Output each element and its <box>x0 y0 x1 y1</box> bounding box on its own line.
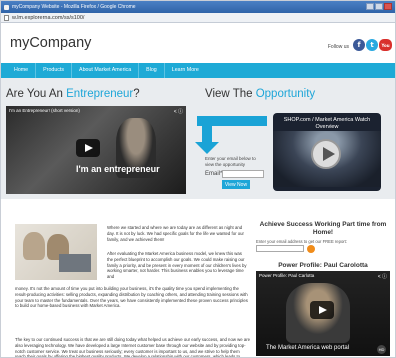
report-email-field[interactable] <box>256 245 304 252</box>
email-label: Email* <box>205 171 223 177</box>
heading-suffix: ? <box>133 88 140 100</box>
opportunity-video[interactable]: SHOP.com / Market America Watch Overview <box>273 113 381 191</box>
email-field[interactable] <box>222 170 264 178</box>
hd-badge[interactable]: HD <box>377 345 386 354</box>
nav-item-home[interactable]: Home <box>7 63 37 78</box>
main-nav: Home Products About Market America Blog … <box>1 63 395 78</box>
success-heading: Achieve Success Working Part time from H… <box>259 221 387 237</box>
site-logo[interactable]: myCompany <box>10 35 91 51</box>
browser-icon <box>4 4 9 10</box>
youtube-icon[interactable]: You <box>379 39 392 51</box>
twitter-icon[interactable]: t <box>366 39 378 51</box>
video-share-icon[interactable]: < ⓘ <box>174 108 183 115</box>
video-caption: The Market America web portal <box>266 345 350 351</box>
video-caption: I'm an entrepreneur <box>76 164 160 174</box>
power-profile-video[interactable]: Power Profile: Paul Carlotta < ⓘ The Mar… <box>256 271 390 356</box>
story-paragraph: Where we started and where we are today … <box>107 225 244 242</box>
page-icon <box>4 14 9 21</box>
browser-window: myCompany Website - Mozilla Firefox / Go… <box>0 0 396 358</box>
window-controls <box>366 3 392 10</box>
photo-person <box>23 232 45 260</box>
nav-item-about[interactable]: About Market America <box>72 63 140 78</box>
submit-button[interactable] <box>307 245 315 253</box>
arrow-bar-vertical <box>202 116 212 144</box>
video-title: SHOP.com / Market America Watch Overview <box>283 117 371 130</box>
maximize-button[interactable] <box>375 3 383 10</box>
url-text[interactable]: w.lm.explorerna.com/ss/s100/ <box>12 15 84 21</box>
hero-section: Are You An Entrepreneur? View The Opport… <box>1 78 395 199</box>
nav-item-products[interactable]: Products <box>36 63 73 78</box>
address-bar[interactable]: w.lm.explorerna.com/ss/s100/ <box>1 13 395 23</box>
browser-title-bar: myCompany Website - Mozilla Firefox / Go… <box>1 1 395 13</box>
email-prompt: Enter your email below to view the oppor… <box>205 156 256 167</box>
free-report-label: Enter your email address to get our FREE… <box>256 239 348 244</box>
heading-prefix: Are You An <box>6 88 67 100</box>
power-profile-heading: Power Profile: Paul Carolotta <box>278 262 368 269</box>
close-button[interactable] <box>384 3 392 10</box>
arrow-down-icon <box>195 142 219 154</box>
play-icon[interactable] <box>76 139 100 157</box>
story-paragraph: After evaluating the Market America busi… <box>107 251 247 280</box>
video-share-icon[interactable]: < ⓘ <box>378 273 387 280</box>
arrow-graphic <box>195 106 267 156</box>
story-paragraph: money. It's not the amount of time you p… <box>15 286 248 309</box>
entrepreneur-video[interactable]: I'm an Entrepreneur! (short version) < ⓘ… <box>6 106 186 194</box>
heading-accent: Opportunity <box>255 88 316 100</box>
play-icon[interactable] <box>311 139 341 169</box>
video-title: Power Profile: Paul Carlotta <box>259 273 315 278</box>
heading-accent: Entrepreneur <box>66 88 134 100</box>
video-title: I'm an Entrepreneur! (short version) <box>9 108 80 113</box>
story-paragraph: The key to our continued success is that… <box>15 337 251 358</box>
heading-prefix: View The <box>205 88 256 100</box>
nav-item-blog[interactable]: Blog <box>139 63 165 78</box>
facebook-icon[interactable]: f <box>353 39 365 51</box>
main-content: Where we started and where we are today … <box>1 199 395 358</box>
follow-label: Follow us <box>327 44 349 50</box>
photo-laptop <box>59 254 91 272</box>
entrepreneur-heading: Are You An Entrepreneur? <box>6 88 140 100</box>
site-header: myCompany Follow us f t You <box>1 23 395 63</box>
opportunity-heading: View The Opportunity <box>205 88 315 100</box>
minimize-button[interactable] <box>366 3 374 10</box>
window-title: myCompany Website - Mozilla Firefox / Go… <box>12 4 136 10</box>
nav-item-learn-more[interactable]: Learn More <box>165 63 206 78</box>
couple-photo <box>15 224 97 280</box>
view-now-button[interactable]: View Now <box>222 180 250 189</box>
play-icon[interactable] <box>310 301 334 319</box>
